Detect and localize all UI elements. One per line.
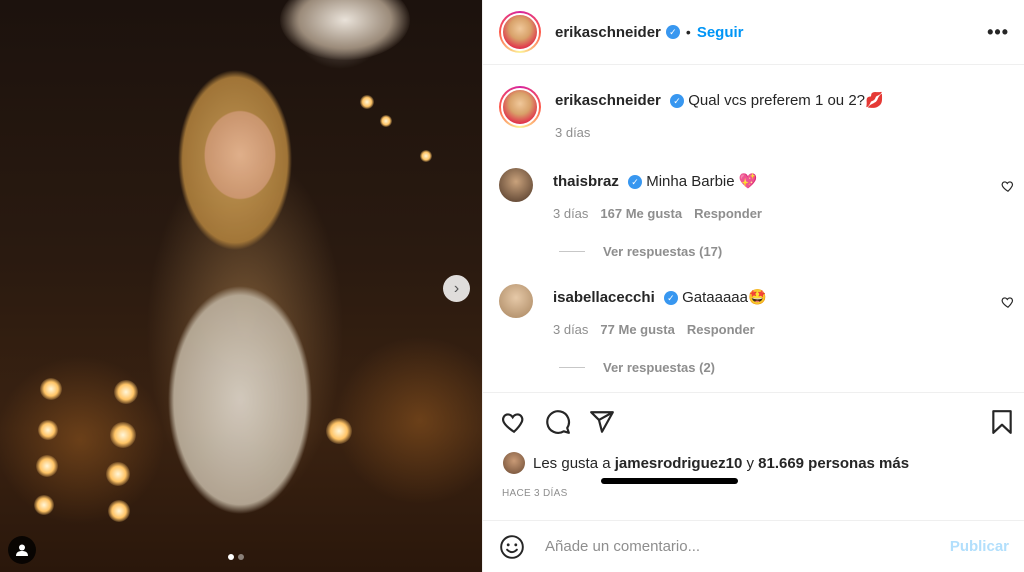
commenter-username[interactable]: thaisbraz	[553, 173, 619, 190]
author-avatar[interactable]	[499, 11, 541, 53]
likes-count[interactable]: 81.669 personas más	[758, 455, 909, 472]
comment-input[interactable]	[545, 538, 935, 555]
post-time[interactable]: HACE 3 DÍAS	[502, 488, 568, 499]
heart-icon[interactable]	[501, 409, 527, 435]
chevron-right-icon: ›	[453, 279, 460, 297]
post-panel: erikaschneider ✓ • Seguir ••• erikaschne…	[482, 0, 1024, 572]
view-replies-label: Ver respuestas (2)	[603, 360, 716, 375]
separator: •	[685, 24, 691, 40]
action-bar	[483, 392, 1024, 448]
bokeh-light	[38, 420, 58, 440]
likes-prefix: Les gusta a	[533, 454, 611, 472]
comment-time[interactable]: 3 días	[553, 206, 588, 221]
bokeh-light	[36, 455, 58, 477]
likes-summary: Les gusta a jamesrodriguez10 y 81.669 pe…	[503, 452, 909, 474]
comment-row: isabellacecchi ✓ Gataaaaa🤩 3 días 77 Me …	[499, 284, 767, 337]
bokeh-light	[420, 150, 432, 162]
chandelier	[280, 0, 410, 60]
caption-username[interactable]: erikaschneider	[555, 92, 661, 109]
commenter-avatar[interactable]	[499, 284, 533, 318]
like-comment-icon[interactable]	[1001, 295, 1015, 309]
comment-likes[interactable]: 77 Me gusta	[600, 322, 674, 337]
comment-row: thaisbraz ✓ Minha Barbie 💖 3 días 167 Me…	[499, 168, 762, 221]
author-avatar[interactable]	[499, 86, 541, 128]
commenter-avatar[interactable]	[499, 168, 533, 202]
liker-username[interactable]: jamesrodriguez10	[615, 455, 743, 472]
comment-icon[interactable]	[545, 409, 571, 435]
verified-icon: ✓	[628, 175, 643, 190]
next-slide-button[interactable]: ›	[443, 275, 470, 302]
likes-connector: y	[746, 454, 754, 472]
verified-icon: ✓	[665, 25, 680, 39]
comment-text: Minha Barbie 💖	[646, 173, 758, 190]
replies-divider	[559, 367, 585, 368]
emoji-icon[interactable]	[499, 534, 525, 560]
share-icon[interactable]	[589, 409, 615, 435]
user-icon	[16, 544, 28, 556]
publish-button[interactable]: Publicar	[950, 538, 1009, 555]
caption-row: erikaschneider ✓ Qual vcs preferem 1 ou …	[499, 86, 884, 140]
liker-avatar[interactable]	[503, 452, 525, 474]
carousel-dot-active	[228, 554, 234, 560]
add-comment-bar: Publicar	[483, 520, 1024, 572]
bokeh-light	[40, 378, 62, 400]
comment-time[interactable]: 3 días	[553, 322, 588, 337]
tagged-users-button[interactable]	[8, 536, 36, 564]
carousel-indicator	[228, 554, 244, 560]
caption-text: Qual vcs preferem 1 ou 2?💋	[688, 92, 884, 109]
model-figure	[110, 70, 410, 572]
comments-list[interactable]: erikaschneider ✓ Qual vcs preferem 1 ou …	[483, 66, 1024, 392]
verified-icon: ✓	[670, 94, 685, 109]
view-replies-label: Ver respuestas (17)	[603, 244, 723, 259]
follow-button[interactable]: Seguir	[697, 24, 744, 41]
caption-time[interactable]: 3 días	[555, 125, 590, 140]
reply-button[interactable]: Responder	[687, 322, 755, 337]
like-comment-icon[interactable]	[1001, 179, 1015, 193]
bookmark-icon[interactable]	[989, 409, 1015, 435]
more-options-icon[interactable]: •••	[987, 22, 1009, 43]
commenter-username[interactable]: isabellacecchi	[553, 289, 655, 306]
view-replies-button[interactable]: Ver respuestas (2)	[559, 360, 715, 375]
bokeh-light	[34, 495, 54, 515]
post-photo[interactable]: ›	[0, 0, 482, 572]
comment-text: Gataaaaa🤩	[682, 289, 767, 306]
author-username[interactable]: erikaschneider	[555, 24, 661, 41]
post-header: erikaschneider ✓ • Seguir •••	[483, 0, 1024, 65]
reply-button[interactable]: Responder	[694, 206, 762, 221]
verified-icon: ✓	[663, 291, 678, 306]
redaction-bar	[601, 478, 738, 484]
comment-likes[interactable]: 167 Me gusta	[600, 206, 682, 221]
carousel-dot	[238, 554, 244, 560]
view-replies-button[interactable]: Ver respuestas (17)	[559, 244, 722, 259]
replies-divider	[559, 251, 585, 252]
